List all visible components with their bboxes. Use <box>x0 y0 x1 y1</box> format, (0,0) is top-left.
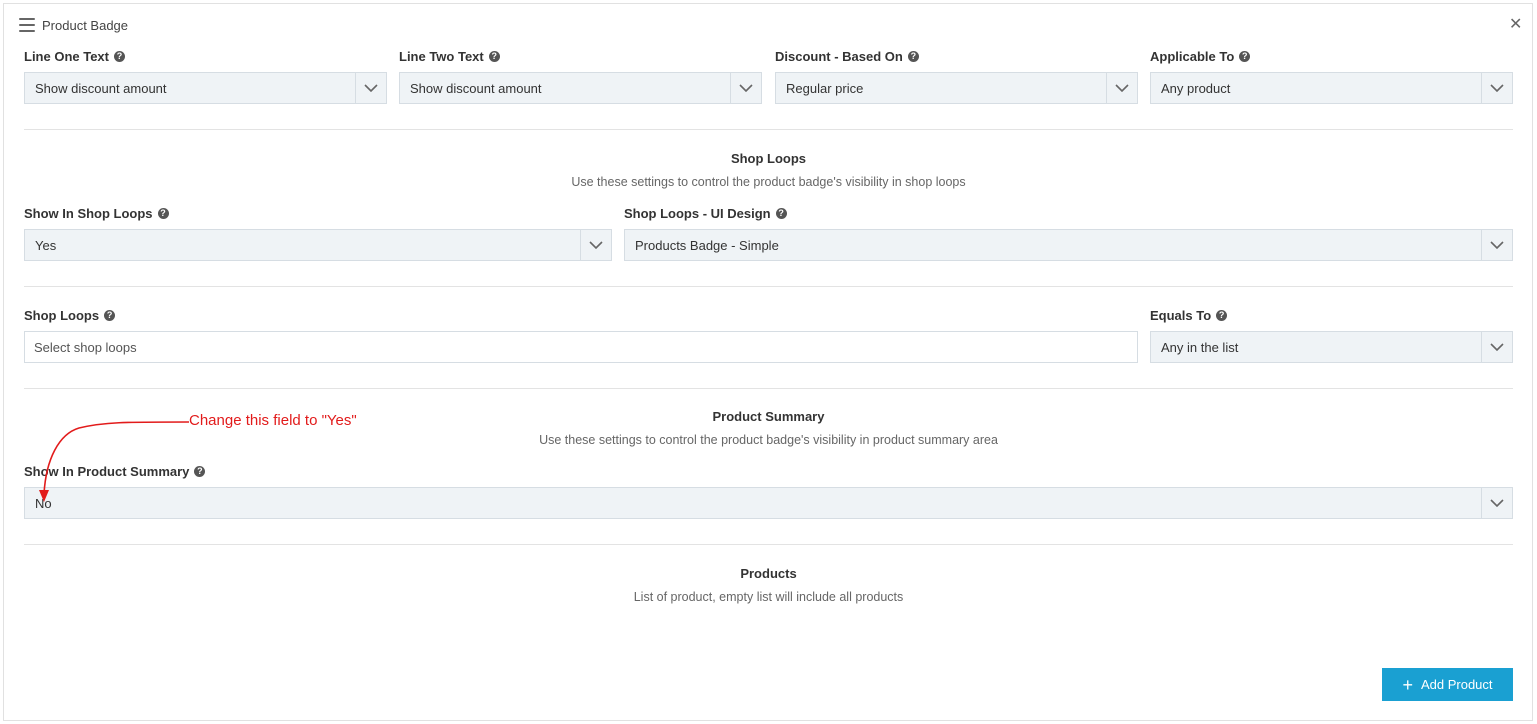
products-title: Products <box>740 566 797 581</box>
help-icon[interactable]: ? <box>775 208 787 219</box>
divider <box>24 544 1513 545</box>
divider <box>24 388 1513 389</box>
discount-based-on-value: Regular price <box>786 80 864 96</box>
show-in-shop-loops-value: Yes <box>35 237 57 253</box>
chevron-down-icon[interactable] <box>1481 332 1512 362</box>
help-icon[interactable]: ? <box>488 51 500 62</box>
shop-loops-subtitle: Use these settings to control the produc… <box>571 175 966 189</box>
applicable-to-label: Applicable To? <box>1150 49 1251 64</box>
add-product-label: Add Product <box>1420 677 1493 692</box>
shop-loops-label: Shop Loops? <box>24 308 116 323</box>
line-one-text-label-text: Line One Text <box>24 49 109 64</box>
annotation-arrow <box>39 421 190 502</box>
product-summary-subtitle: Use these settings to control the produc… <box>539 433 998 447</box>
shop-loops-placeholder: Select shop loops <box>34 339 137 355</box>
line-one-text-value: Show discount amount <box>35 80 167 96</box>
equals-to-label-text: Equals To <box>1150 308 1212 323</box>
equals-to-select[interactable]: Any in the list <box>1150 331 1513 363</box>
chevron-down-icon[interactable] <box>580 230 611 260</box>
discount-based-on-label: Discount - Based On? <box>775 49 919 64</box>
shop-loops-title: Shop Loops <box>730 151 807 166</box>
show-in-shop-loops-select[interactable]: Yes <box>24 229 612 261</box>
chevron-down-icon[interactable] <box>1481 73 1512 103</box>
shop-loops-label-text: Shop Loops <box>24 308 100 323</box>
add-product-button[interactable]: + Add Product <box>1382 668 1513 701</box>
show-in-product-summary-select[interactable]: No <box>24 487 1513 519</box>
help-icon[interactable]: ? <box>907 51 919 62</box>
show-in-shop-loops-label: Show In Shop Loops? <box>24 206 169 221</box>
line-two-text-label-text: Line Two Text <box>399 49 484 64</box>
chevron-down-icon[interactable] <box>1481 488 1512 518</box>
equals-to-label: Equals To? <box>1150 308 1228 323</box>
chevron-down-icon[interactable] <box>355 73 386 103</box>
close-icon[interactable]: ✕ <box>1509 16 1522 34</box>
shop-loops-ui-design-value: Products Badge - Simple <box>635 237 779 253</box>
annotation-text: Change this field to "Yes" <box>189 412 357 429</box>
line-two-text-select[interactable]: Show discount amount <box>399 72 762 104</box>
divider <box>24 129 1513 130</box>
chevron-down-icon[interactable] <box>1106 73 1137 103</box>
product-badge-panel: Product Badge ✕ Line One Text? Line Two … <box>3 3 1533 721</box>
help-icon[interactable]: ? <box>1239 51 1251 62</box>
discount-based-on-label-text: Discount - Based On <box>775 49 903 64</box>
applicable-to-select[interactable]: Any product <box>1150 72 1513 104</box>
products-subtitle: List of product, empty list will include… <box>633 590 904 604</box>
help-icon[interactable]: ? <box>1216 310 1228 321</box>
help-icon[interactable]: ? <box>194 466 206 477</box>
help-icon[interactable]: ? <box>114 51 125 62</box>
help-icon[interactable]: ? <box>104 310 116 321</box>
chevron-down-icon[interactable] <box>730 73 761 103</box>
show-in-product-summary-value: No <box>35 495 52 511</box>
applicable-to-label-text: Applicable To <box>1150 49 1235 64</box>
equals-to-value: Any in the list <box>1161 339 1239 355</box>
line-one-text-label: Line One Text? <box>24 49 125 64</box>
panel-title: Product Badge <box>42 18 129 33</box>
line-two-text-value: Show discount amount <box>410 80 542 96</box>
applicable-to-value: Any product <box>1161 80 1231 96</box>
chevron-down-icon[interactable] <box>1481 230 1512 260</box>
discount-based-on-select[interactable]: Regular price <box>775 72 1138 104</box>
show-in-shop-loops-label-text: Show In Shop Loops <box>24 206 153 221</box>
help-icon[interactable]: ? <box>157 208 169 219</box>
divider <box>24 286 1513 287</box>
shop-loops-ui-design-select[interactable]: Products Badge - Simple <box>624 229 1513 261</box>
plus-icon: + <box>1402 674 1413 695</box>
shop-loops-ui-design-label: Shop Loops - UI Design? <box>624 206 787 221</box>
line-two-text-label: Line Two Text? <box>399 49 500 64</box>
shop-loops-ui-design-label-text: Shop Loops - UI Design <box>624 206 771 221</box>
shop-loops-input[interactable]: Select shop loops <box>24 331 1138 363</box>
line-one-text-select[interactable]: Show discount amount <box>24 72 387 104</box>
hamburger-icon[interactable] <box>19 18 35 32</box>
